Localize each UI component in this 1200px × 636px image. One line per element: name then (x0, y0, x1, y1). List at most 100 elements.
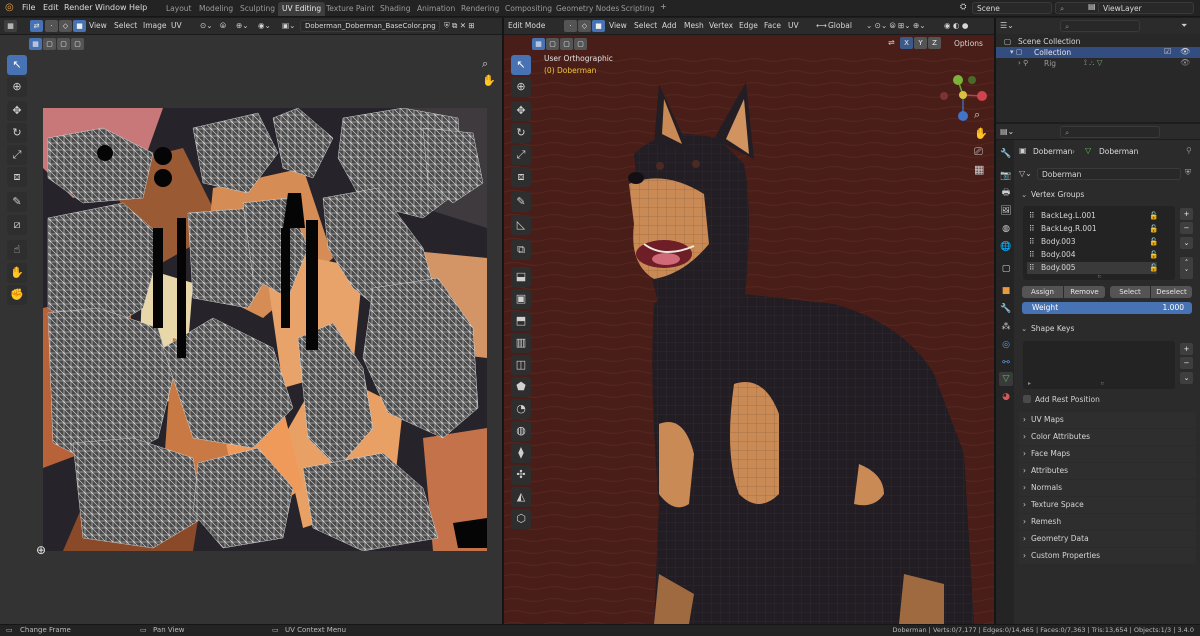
poly-build-tool-icon[interactable]: ⬟ (511, 377, 531, 397)
edge-mode-icon[interactable]: ◇ (578, 20, 591, 32)
mesh-browse-icon[interactable]: ▽⌄ (1019, 169, 1032, 178)
select-box-icon[interactable]: ▦ (29, 38, 42, 50)
shape-specials-button[interactable]: ⌄ (1180, 372, 1193, 384)
tab-texture-paint[interactable]: Texture Paint (322, 2, 378, 16)
rig-expand-icon[interactable]: › ⚲ (1018, 59, 1028, 67)
menu-edit[interactable]: Edit (43, 3, 59, 12)
proportional-icon[interactable]: ⊕⌄ (236, 21, 249, 30)
knife-tool-icon[interactable]: ◫ (511, 355, 531, 375)
outliner-editor-icon[interactable]: ☰⌄ (1000, 21, 1014, 30)
add-cube-tool-icon[interactable]: ⧉ (511, 240, 531, 260)
vp-menu-add[interactable]: Add (662, 21, 677, 30)
collection-row[interactable]: ▾ ▢ Collection ☑ 👁 (996, 47, 1200, 58)
axis-z-toggle[interactable]: Z (928, 37, 941, 49)
tab-scripting[interactable]: Scripting (617, 2, 658, 16)
select-subtract-icon[interactable]: ▢ (57, 38, 70, 50)
tab-modeling[interactable]: Modeling (195, 2, 237, 16)
uv-menu-view[interactable]: View (89, 21, 107, 30)
remove-button[interactable]: Remove (1064, 286, 1105, 298)
tab-compositing[interactable]: Compositing (501, 2, 556, 16)
tool-tab-icon[interactable]: 🔧 (999, 147, 1013, 161)
panel-face-maps[interactable]: › Face Maps (1019, 446, 1196, 462)
tab-shading[interactable]: Shading (376, 2, 414, 16)
tweak-tool-icon[interactable]: ↖ (7, 55, 27, 75)
axis-y-toggle[interactable]: Y (914, 37, 927, 49)
tab-rendering[interactable]: Rendering (457, 2, 503, 16)
rig-label[interactable]: Rig (1044, 59, 1056, 68)
uv-menu-select[interactable]: Select (114, 21, 137, 30)
vp-select-subtract-icon[interactable]: ▢ (560, 38, 573, 50)
add-group-button[interactable]: + (1180, 208, 1193, 220)
deselect-button[interactable]: Deselect (1151, 286, 1192, 298)
shape-keys-header[interactable]: Shape Keys (1031, 324, 1074, 333)
vp-tweak-tool-icon[interactable]: ↖ (511, 55, 531, 75)
pan-hand-icon[interactable]: ✋ (482, 74, 496, 87)
overlay-icon[interactable]: ◉⌄ (258, 21, 271, 30)
modifiers-tab-icon[interactable]: 🔧 (999, 302, 1013, 316)
collection-visibility-icon[interactable]: 👁 (1180, 47, 1190, 56)
navigation-gizmo[interactable] (936, 68, 990, 122)
add-rest-position-checkbox[interactable] (1023, 395, 1031, 403)
panel-texture-space[interactable]: › Texture Space (1019, 497, 1196, 513)
panel-custom-properties[interactable]: › Custom Properties (1019, 548, 1196, 564)
vertex-groups-chevron-icon[interactable]: ⌄ (1021, 190, 1027, 199)
vertex-group-item[interactable]: ⠿ Body.003 🔓 (1027, 236, 1158, 248)
menu-render[interactable]: Render (64, 3, 92, 12)
select-invert-icon[interactable]: ▢ (71, 38, 84, 50)
panel-uv-maps[interactable]: › UV Maps (1019, 412, 1196, 428)
scene-field[interactable]: Scene (972, 2, 1052, 14)
filter-icon[interactable]: ⏷ (1181, 21, 1187, 31)
measure-tool-icon[interactable]: ◺ (511, 215, 531, 235)
fake-user-icon[interactable]: ⛨ ⧉ ✕ ⊞ (444, 21, 475, 31)
mesh-name-field[interactable]: Doberman (1037, 168, 1181, 180)
orientation-selector[interactable]: Global (828, 21, 852, 30)
tab-layout[interactable]: Layout (162, 2, 196, 16)
select-extend-icon[interactable]: ▢ (43, 38, 56, 50)
object-tab-icon[interactable]: ■ (999, 284, 1013, 298)
breadcrumb-object[interactable]: Doberman (1033, 147, 1072, 156)
grab-tool-icon[interactable]: ☝ (7, 240, 27, 260)
output-tab-icon[interactable]: 🖶 (999, 186, 1013, 200)
mesh-data-tab-icon[interactable]: ▽ (999, 372, 1013, 386)
menu-window[interactable]: Window (95, 3, 127, 12)
vertex-group-item[interactable]: ⠿ Body.004 🔓 (1027, 249, 1158, 261)
ortho-grid-icon[interactable]: ▦ (974, 163, 984, 176)
vertex-groups-header[interactable]: Vertex Groups (1031, 190, 1084, 199)
vp-cursor-tool-icon[interactable]: ⊕ (511, 77, 531, 97)
view-layer-tab-icon[interactable]: 🖼 (999, 204, 1013, 218)
menu-file[interactable]: File (22, 3, 35, 12)
tab-uv-editing[interactable]: UV Editing (278, 2, 326, 16)
annotate-tool-icon[interactable]: ✎ (7, 192, 27, 212)
shape-key-list[interactable] (1023, 341, 1175, 389)
tab-geometry-nodes[interactable]: Geometry Nodes (552, 2, 623, 16)
mode-selector[interactable]: Edit Mode (504, 20, 562, 32)
add-workspace-icon[interactable]: + (660, 2, 667, 11)
inset-tool-icon[interactable]: ▣ (511, 289, 531, 309)
blender-logo-icon[interactable]: ◎ (5, 2, 14, 13)
outliner-area[interactable]: ☰⌄ ⌕ ⏷ ▢ Scene Collection ▾ ▢ Collection… (996, 18, 1200, 122)
group-specials-button[interactable]: ⌄ (1180, 237, 1193, 249)
lock-icon[interactable]: 🔓 (1149, 211, 1158, 220)
scale-tool-icon[interactable]: ⤢ (7, 145, 27, 165)
face-mode-icon[interactable]: ■ (592, 20, 605, 32)
transform-tool-icon[interactable]: ⧈ (7, 167, 27, 187)
vertex-group-item[interactable]: ⠿ BackLeg.L.001 🔓 (1027, 210, 1158, 222)
viewport-3d-area[interactable]: Edit Mode · ◇ ■ View Select Add Mesh Ver… (504, 18, 994, 624)
camera-view-icon[interactable]: ⎚ (974, 145, 983, 159)
vp-transform-tool-icon[interactable]: ⧈ (511, 167, 531, 187)
vp-zoom-icon[interactable]: ⌕ (974, 108, 980, 122)
bevel-tool-icon[interactable]: ⬒ (511, 311, 531, 331)
pinch-tool-icon[interactable]: ✊ (7, 285, 27, 305)
collection-checkbox-icon[interactable]: ☑ (1164, 47, 1171, 56)
overlay-shading-icons[interactable]: ◉ ◐ ● (944, 21, 968, 30)
remove-group-button[interactable]: − (1180, 222, 1193, 234)
smooth-tool-icon[interactable]: ◍ (511, 421, 531, 441)
outliner-search-input[interactable]: ⌕ (1060, 20, 1140, 32)
menu-help[interactable]: Help (129, 3, 147, 12)
lock-icon[interactable]: 🔓 (1149, 250, 1158, 259)
vertex-group-item-active[interactable]: ⠿ Body.005 🔓 (1027, 262, 1158, 274)
collection-label[interactable]: Collection (1034, 48, 1071, 57)
vertex-mode-icon[interactable]: · (564, 20, 577, 32)
scene-collection-label[interactable]: Scene Collection (1018, 37, 1080, 46)
vp-menu-edge[interactable]: Edge (739, 21, 758, 30)
